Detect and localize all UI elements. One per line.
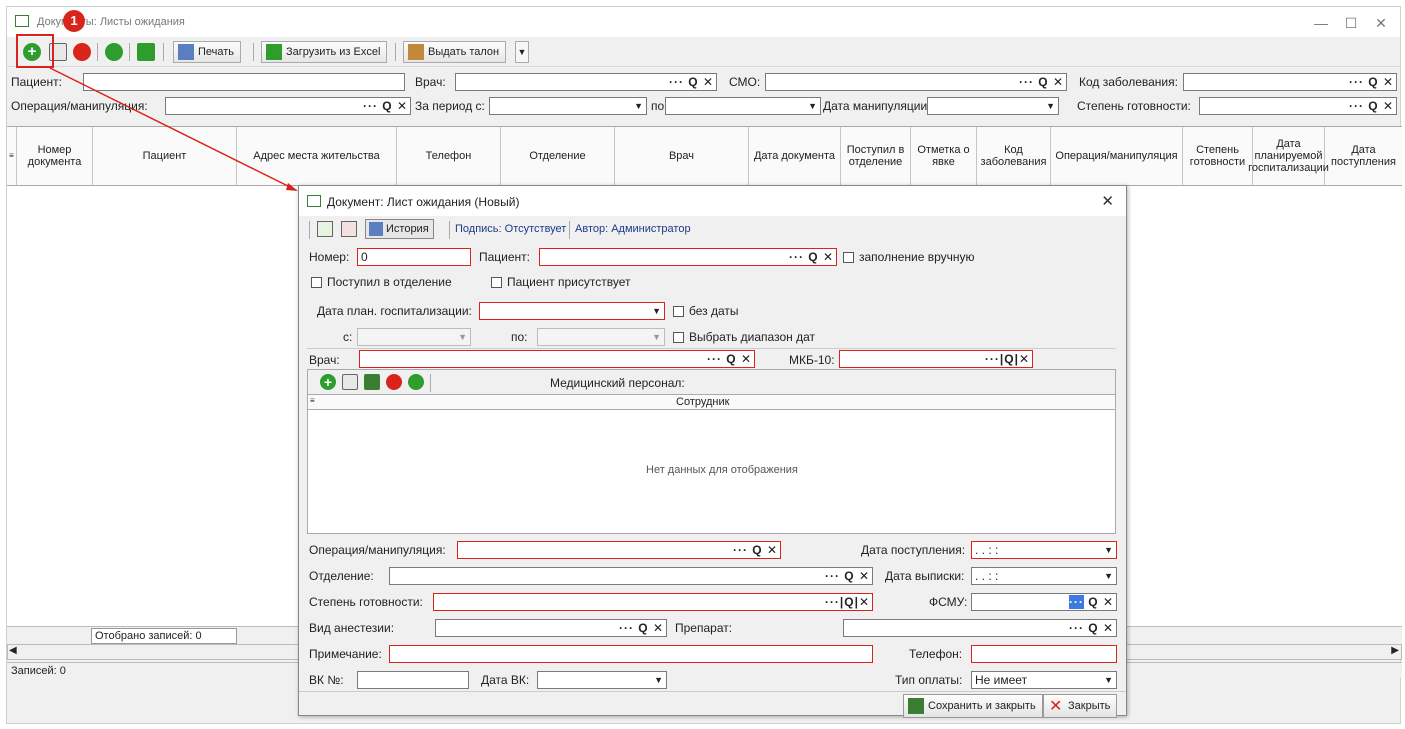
phone-label: Телефон:: [909, 647, 963, 661]
dialog-title-bar: Документ: Лист ожидания (Новый) ✕: [299, 186, 1126, 216]
anesthesia-label: Вид анестезии:: [309, 621, 395, 635]
mkb-label: МКБ-10:: [789, 353, 835, 367]
present-label: Пациент присутствует: [507, 275, 631, 289]
number-input[interactable]: 0: [357, 248, 471, 266]
table-icon: [307, 195, 321, 207]
note-label: Примечание:: [309, 647, 382, 661]
vk-number-input[interactable]: [357, 671, 469, 689]
admitted-checkbox[interactable]: [311, 277, 322, 288]
save-icon: [908, 698, 924, 714]
log-icon: [369, 222, 383, 236]
mkb-input[interactable]: ···|Q|✕: [839, 350, 1033, 368]
fsmu-input[interactable]: ··· Q ✕: [971, 593, 1117, 611]
discharge-date-input[interactable]: . . : : ▼: [971, 567, 1117, 585]
anesthesia-input[interactable]: ··· Q ✕: [435, 619, 667, 637]
operation-input[interactable]: ··· Q ✕: [457, 541, 781, 559]
col-employee[interactable]: Сотрудник: [676, 396, 729, 408]
vk-number-label: ВК №:: [309, 673, 344, 687]
staff-grid-body: Нет данных для отображения: [308, 410, 1115, 533]
department-input[interactable]: ··· Q ✕: [389, 567, 873, 585]
date-range-checkbox[interactable]: [673, 332, 684, 343]
medical-staff-panel: + Медицинский персонал: ≡ Сотрудник Нет …: [307, 369, 1116, 534]
admitted-label: Поступил в отделение: [327, 275, 452, 289]
present-checkbox[interactable]: [491, 277, 502, 288]
vk-date-input[interactable]: ▼: [537, 671, 667, 689]
date-range-label: Выбрать диапазон дат: [689, 330, 815, 344]
edit-staff-icon[interactable]: [342, 374, 358, 390]
drug-label: Препарат:: [675, 621, 733, 635]
number-label: Номер:: [309, 250, 350, 264]
delete-staff-icon[interactable]: [386, 374, 402, 390]
close-button[interactable]: ✕ Закрыть: [1043, 694, 1118, 718]
phone-input[interactable]: [971, 645, 1117, 663]
note-input[interactable]: [389, 645, 873, 663]
plan-date-label: Дата план. госпитализации:: [317, 304, 472, 318]
payment-type-label: Тип оплаты:: [895, 673, 963, 687]
admit-date-input[interactable]: . . : : ▼: [971, 541, 1117, 559]
patient-input[interactable]: ··· Q ✕: [539, 248, 837, 266]
sign-icon[interactable]: [317, 221, 333, 237]
manual-fill-checkbox[interactable]: [843, 252, 854, 263]
doctor-label: Врач:: [309, 353, 340, 367]
close-x-icon: ✕: [1049, 698, 1063, 715]
manual-fill-label: заполнение вручную: [859, 250, 975, 264]
add-staff-icon[interactable]: +: [320, 374, 336, 390]
empty-grid-message: Нет данных для отображения: [646, 464, 798, 476]
author-label: Автор: Администратор: [575, 223, 691, 235]
patient-label: Пациент:: [479, 250, 531, 264]
dialog-title: Документ: Лист ожидания (Новый): [327, 195, 520, 209]
admit-date-label: Дата поступления:: [861, 543, 966, 557]
drug-input[interactable]: ··· Q ✕: [843, 619, 1117, 637]
doctor-input[interactable]: ··· Q ✕: [359, 350, 755, 368]
operation-label: Операция/манипуляция:: [309, 543, 446, 557]
no-date-label: без даты: [689, 304, 739, 318]
plan-date-input[interactable]: ▼: [479, 302, 665, 320]
fsmu-label: ФСМУ:: [929, 595, 968, 609]
vk-date-label: Дата ВК:: [481, 673, 530, 687]
readiness-label: Степень готовности:: [309, 595, 423, 609]
from-label: с:: [343, 330, 353, 344]
to-label: по:: [511, 330, 528, 344]
refresh-staff-icon[interactable]: [408, 374, 424, 390]
signature-status: Подпись: Отсутствует: [455, 223, 567, 235]
staff-grid-header: ≡ Сотрудник: [308, 394, 1115, 410]
dialog-toolbar: История Подпись: Отсутствует Автор: Адми…: [299, 218, 1126, 242]
dialog-close-icon[interactable]: ✕: [1101, 192, 1114, 210]
save-close-button[interactable]: Сохранить и закрыть: [903, 694, 1043, 718]
unsign-icon[interactable]: [341, 221, 357, 237]
to-date-input[interactable]: ▼: [537, 328, 665, 346]
history-button[interactable]: История: [365, 219, 434, 239]
department-label: Отделение:: [309, 569, 374, 583]
document-dialog: Документ: Лист ожидания (Новый) ✕ Истори…: [298, 185, 1127, 718]
from-date-input[interactable]: ▼: [357, 328, 471, 346]
payment-type-select[interactable]: Не имеет ▼: [971, 671, 1117, 689]
discharge-label: Дата выписки:: [885, 569, 965, 583]
no-date-checkbox[interactable]: [673, 306, 684, 317]
staff-panel-title: Медицинский персонал:: [550, 376, 685, 390]
save-staff-icon[interactable]: [364, 374, 380, 390]
readiness-input[interactable]: ···|Q|✕: [433, 593, 873, 611]
column-chooser-icon[interactable]: ≡: [310, 396, 315, 405]
